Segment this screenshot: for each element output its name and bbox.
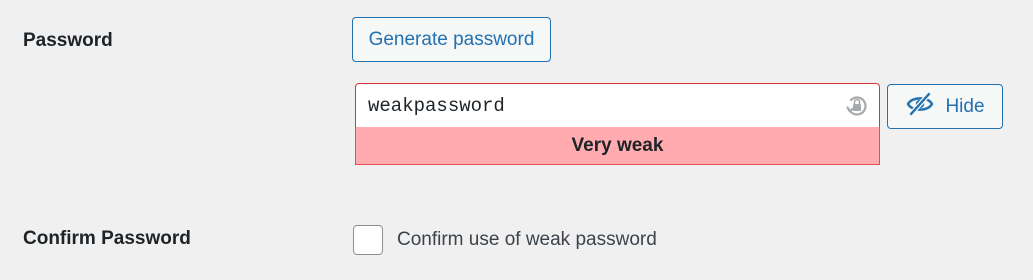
password-strength-meter: Very weak (355, 127, 880, 165)
generate-password-label: Generate password (368, 28, 535, 50)
hide-button-label: Hide (945, 95, 985, 117)
password-label: Password (23, 30, 113, 51)
password-field-group: Very weak (355, 83, 880, 166)
eye-slash-icon (905, 91, 935, 122)
confirm-weak-password-checkbox[interactable] (353, 225, 383, 255)
lock-icon (846, 93, 868, 117)
hide-password-button[interactable]: Hide (887, 84, 1003, 129)
confirm-password-label: Confirm Password (23, 228, 191, 249)
confirm-weak-password-label[interactable]: Confirm use of weak password (397, 229, 657, 251)
password-input[interactable] (355, 83, 880, 128)
generate-password-button[interactable]: Generate password (352, 17, 551, 62)
